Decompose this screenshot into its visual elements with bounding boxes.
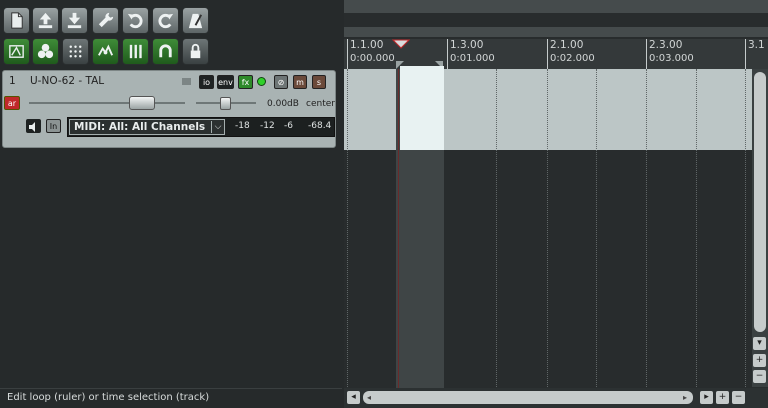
chevron-down-icon[interactable]: ⌵ xyxy=(211,121,224,133)
input-monitor-button[interactable]: In xyxy=(46,119,61,133)
new-project-icon[interactable] xyxy=(3,7,30,34)
input-select-value: MIDI: All: All Channels xyxy=(74,121,206,133)
grid-snap-icon[interactable] xyxy=(3,38,30,65)
input-meter[interactable]: MIDI: All: All Channels ⌵ -18 -12 -6 -68… xyxy=(67,117,335,137)
thumb-right-grip-icon: ▸ xyxy=(683,393,688,402)
volume-slider-track[interactable] xyxy=(29,102,185,104)
env-button[interactable]: env xyxy=(217,75,234,89)
meter-peak-readout: -68.4 xyxy=(308,121,332,131)
ruler-time-label: 0:00.000 xyxy=(350,53,395,64)
lock-icon[interactable] xyxy=(182,38,209,65)
grid-line xyxy=(347,69,348,387)
ripple-icon[interactable] xyxy=(32,38,59,65)
track-control-panel: 1 U-NO-62 - TAL io env fx ⊘ m s ar 0.00d… xyxy=(0,0,342,408)
mute-button[interactable]: m xyxy=(293,75,307,89)
ruler-marker xyxy=(447,39,448,69)
bars-icon[interactable] xyxy=(122,38,149,65)
status-bar: Edit loop (ruler) or time selection (tra… xyxy=(0,388,342,408)
track-number: 1 xyxy=(9,75,16,87)
scroll-down-icon[interactable]: ▾ xyxy=(753,337,766,350)
ruler-marker xyxy=(547,39,548,69)
horizontal-scrollbar[interactable]: ◂ ◂ ▸ ▸ + − xyxy=(344,388,768,408)
grid-line xyxy=(745,69,746,387)
redo-icon[interactable] xyxy=(152,7,179,34)
loop-icon[interactable] xyxy=(152,38,179,65)
grid-line xyxy=(696,69,697,387)
time-selection-highlight xyxy=(400,66,444,150)
zoom-in-horizontal-icon[interactable]: + xyxy=(716,391,729,404)
track-header[interactable]: 1 U-NO-62 - TAL io env fx ⊘ m s ar 0.00d… xyxy=(2,70,336,148)
metronome-icon[interactable] xyxy=(182,7,209,34)
meter-tick-label: -18 xyxy=(235,121,250,131)
ruler-time-label: 0:01.000 xyxy=(450,53,495,64)
meter-tick-label: -12 xyxy=(260,121,275,131)
solo-button[interactable]: s xyxy=(312,75,326,89)
fx-button[interactable]: fx xyxy=(238,75,253,89)
io-button[interactable]: io xyxy=(199,75,214,89)
arrange-view[interactable]: 1.1.00 0:00.000 1.3.00 0:01.000 2.1.00 0… xyxy=(344,0,768,408)
grid-line xyxy=(496,69,497,387)
timeline-ruler[interactable]: 1.1.00 0:00.000 1.3.00 0:01.000 2.1.00 0… xyxy=(344,39,768,69)
zoom-out-horizontal-icon[interactable]: − xyxy=(732,391,745,404)
ruler-bar-label: 2.3.00 xyxy=(649,39,683,51)
speaker-monitor-icon[interactable] xyxy=(26,119,41,133)
grid-dots-icon[interactable] xyxy=(62,38,89,65)
volume-slider-handle[interactable] xyxy=(129,96,155,110)
envelope-icon[interactable] xyxy=(92,38,119,65)
volume-readout: 0.00dB xyxy=(267,99,299,109)
save-upload-icon[interactable] xyxy=(32,7,59,34)
wrench-icon[interactable] xyxy=(92,7,119,34)
ruler-bar-label: 2.1.00 xyxy=(550,39,584,51)
scroll-right-icon[interactable]: ▸ xyxy=(700,391,713,404)
fx-enabled-led-icon[interactable] xyxy=(257,77,266,86)
grid-line xyxy=(547,69,548,387)
ruler-marker xyxy=(347,39,348,69)
vertical-scroll-thumb[interactable] xyxy=(754,72,766,332)
folder-icon[interactable] xyxy=(182,78,191,85)
phase-button[interactable]: ⊘ xyxy=(274,75,288,89)
grid-line xyxy=(596,69,597,387)
region-bar xyxy=(344,27,768,37)
track-name[interactable]: U-NO-62 - TAL xyxy=(30,75,104,87)
save-download-icon[interactable] xyxy=(61,7,88,34)
pan-slider-handle[interactable] xyxy=(220,97,231,110)
undo-icon[interactable] xyxy=(122,7,149,34)
ruler-time-label: 0:03.000 xyxy=(649,53,694,64)
playhead-line xyxy=(398,69,399,388)
thumb-left-grip-icon: ◂ xyxy=(367,393,372,402)
playhead-marker-icon[interactable] xyxy=(392,39,410,49)
ruler-bar-label: 1.1.00 xyxy=(350,39,384,51)
scroll-left-icon[interactable]: ◂ xyxy=(347,391,360,404)
grid-line xyxy=(646,69,647,387)
top-bar xyxy=(344,0,768,13)
vertical-scrollbar[interactable]: ▾ + − xyxy=(752,69,768,387)
ruler-marker xyxy=(646,39,647,69)
pan-mode-readout: center xyxy=(306,99,335,109)
ruler-bar-label: 3.1 xyxy=(748,39,765,51)
meter-tick-label: -6 xyxy=(284,121,293,131)
ruler-bar-label: 1.3.00 xyxy=(450,39,484,51)
input-select[interactable]: MIDI: All: All Channels ⌵ xyxy=(69,119,225,135)
horizontal-scroll-thumb[interactable]: ◂ ▸ xyxy=(363,391,693,404)
record-arm-button[interactable]: ar xyxy=(4,96,20,110)
ruler-time-label: 0:02.000 xyxy=(550,53,595,64)
zoom-in-vertical-icon[interactable]: + xyxy=(753,354,766,367)
ruler-marker xyxy=(745,39,746,69)
zoom-out-vertical-icon[interactable]: − xyxy=(753,370,766,383)
